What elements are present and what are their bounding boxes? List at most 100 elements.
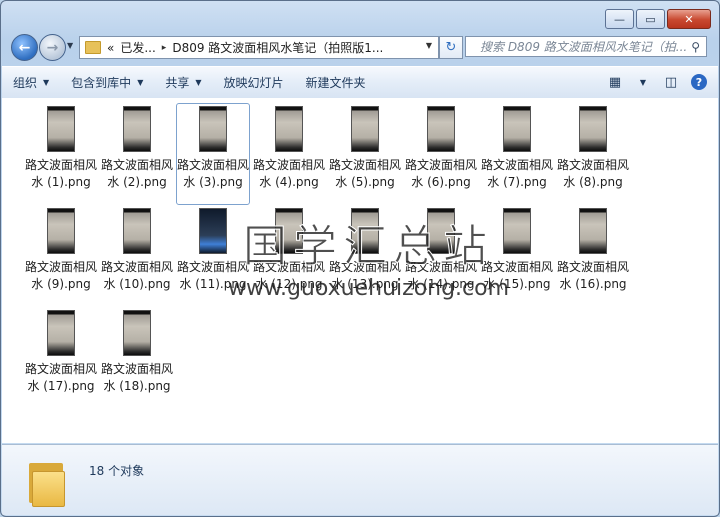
close-button[interactable]: ✕ [667, 9, 711, 29]
include-in-library-button[interactable]: 包含到库中 ▼ [60, 67, 154, 98]
view-grid-icon: ▦ [608, 74, 622, 90]
image-thumbnail [123, 208, 151, 254]
image-thumbnail [427, 106, 455, 152]
file-name: 路文波面相风水 (6).png [404, 158, 477, 189]
image-thumbnail [47, 310, 75, 356]
preview-pane-button[interactable]: ◫ [660, 71, 682, 93]
view-options-dropdown[interactable]: ▼ [632, 71, 654, 93]
file-item[interactable]: 路文波面相风水 (14).png [404, 205, 478, 307]
folder-icon [85, 41, 101, 54]
image-thumbnail [503, 106, 531, 152]
forward-button[interactable]: → [39, 34, 66, 61]
recent-pages-dropdown[interactable]: ▼ [67, 41, 73, 50]
view-controls: ▦ ▼ ◫ ? [598, 71, 710, 93]
arrow-right-icon: → [46, 39, 59, 56]
help-button[interactable]: ? [688, 71, 710, 93]
refresh-button[interactable]: ↻ [439, 36, 463, 59]
file-item[interactable]: 路文波面相风水 (8).png [556, 103, 630, 205]
file-name: 路文波面相风水 (4).png [252, 158, 325, 189]
file-item[interactable]: 路文波面相风水 (5).png [328, 103, 402, 205]
file-item[interactable]: 路文波面相风水 (18).png [100, 307, 174, 409]
details-pane: 18 个对象 [2, 444, 718, 515]
file-item[interactable]: 路文波面相风水 (16).png [556, 205, 630, 307]
file-name: 路文波面相风水 (12).png [252, 260, 325, 291]
file-name: 路文波面相风水 (13).png [328, 260, 401, 291]
file-list-pane[interactable]: 路文波面相风水 (1).png 路文波面相风水 (2).png 路文波面相风水 (3… [2, 98, 718, 443]
search-input[interactable]: 搜索 D809 路文波面相风水笔记（拍... ⚲ [465, 36, 707, 57]
file-name: 路文波面相风水 (8).png [556, 158, 629, 189]
image-thumbnail [351, 106, 379, 152]
file-name: 路文波面相风水 (5).png [328, 158, 401, 189]
chevron-down-icon: ▼ [639, 77, 647, 87]
organize-label: 组织 [13, 76, 38, 90]
explorer-window: — ▭ ✕ ← → ▼ « 已发... ▸ D809 路文波面相风水笔记（拍照版… [0, 0, 720, 517]
file-item[interactable]: 路文波面相风水 (2).png [100, 103, 174, 205]
share-label: 共享 [165, 76, 190, 90]
file-item[interactable]: 路文波面相风水 (17).png [24, 307, 98, 409]
new-folder-button[interactable]: 新建文件夹 [295, 67, 377, 98]
arrow-left-icon: ← [18, 39, 31, 56]
file-name: 路文波面相风水 (11).png [176, 260, 249, 291]
file-item[interactable]: 路文波面相风水 (12).png [252, 205, 326, 307]
image-thumbnail [579, 106, 607, 152]
file-item[interactable]: 路文波面相风水 (9).png [24, 205, 98, 307]
search-placeholder: 搜索 D809 路文波面相风水笔记（拍... [480, 40, 688, 54]
file-item[interactable]: 路文波面相风水 (7).png [480, 103, 554, 205]
file-item[interactable]: 路文波面相风水 (15).png [480, 205, 554, 307]
image-thumbnail [123, 106, 151, 152]
file-name: 路文波面相风水 (15).png [480, 260, 553, 291]
image-thumbnail [427, 208, 455, 254]
chevron-down-icon: ▼ [195, 78, 202, 87]
organize-button[interactable]: 组织 ▼ [2, 67, 60, 98]
file-name: 路文波面相风水 (10).png [100, 260, 173, 291]
help-icon: ? [691, 74, 707, 90]
file-item[interactable]: 路文波面相风水 (13).png [328, 205, 402, 307]
share-button[interactable]: 共享 ▼ [154, 67, 212, 98]
image-thumbnail [503, 208, 531, 254]
change-view-button[interactable]: ▦ [604, 71, 626, 93]
file-item[interactable]: 路文波面相风水 (6).png [404, 103, 478, 205]
file-item[interactable]: 路文波面相风水 (10).png [100, 205, 174, 307]
image-thumbnail [123, 310, 151, 356]
new-folder-label: 新建文件夹 [305, 76, 366, 90]
file-name: 路文波面相风水 (2).png [100, 158, 173, 189]
file-name: 路文波面相风水 (17).png [24, 362, 97, 393]
image-thumbnail [199, 208, 227, 254]
breadcrumb-current[interactable]: D809 路文波面相风水笔记（拍照版1... [172, 39, 383, 56]
address-bar[interactable]: « 已发... ▸ D809 路文波面相风水笔记（拍照版1... ▼ [79, 36, 439, 59]
slideshow-label: 放映幻灯片 [223, 76, 284, 90]
breadcrumb-parent[interactable]: 已发... [120, 39, 155, 56]
navigation-bar: ← → ▼ « 已发... ▸ D809 路文波面相风水笔记（拍照版1... ▼… [1, 34, 719, 62]
slideshow-button[interactable]: 放映幻灯片 [213, 67, 295, 98]
image-thumbnail [47, 106, 75, 152]
file-name: 路文波面相风水 (1).png [24, 158, 97, 189]
file-item[interactable]: 路文波面相风水 (4).png [252, 103, 326, 205]
image-thumbnail [275, 106, 303, 152]
image-thumbnail [579, 208, 607, 254]
folder-icon [29, 461, 65, 507]
breadcrumb-overflow[interactable]: « [107, 41, 114, 55]
preview-pane-icon: ◫ [664, 74, 678, 90]
file-name: 路文波面相风水 (7).png [480, 158, 553, 189]
minimize-button[interactable]: — [605, 9, 634, 29]
image-thumbnail [199, 106, 227, 152]
command-bar: 组织 ▼ 包含到库中 ▼ 共享 ▼ 放映幻灯片 新建文件夹 ▦ ▼ ◫ ? [2, 66, 718, 99]
file-name: 路文波面相风水 (16).png [556, 260, 629, 291]
file-item[interactable]: 路文波面相风水 (11).png [176, 205, 250, 307]
file-grid: 路文波面相风水 (1).png 路文波面相风水 (2).png 路文波面相风水 (3… [24, 103, 704, 409]
maximize-button[interactable]: ▭ [636, 9, 665, 29]
magnifier-icon[interactable]: ⚲ [691, 37, 700, 56]
object-count: 18 个对象 [89, 464, 145, 478]
file-item[interactable]: 路文波面相风水 (1).png [24, 103, 98, 205]
image-thumbnail [47, 208, 75, 254]
breadcrumb-separator[interactable]: ▸ [162, 43, 167, 53]
include-in-library-label: 包含到库中 [71, 76, 132, 90]
file-item[interactable]: 路文波面相风水 (3).png [176, 103, 250, 205]
address-dropdown-icon[interactable]: ▼ [426, 41, 432, 50]
file-name: 路文波面相风水 (18).png [100, 362, 173, 393]
image-thumbnail [351, 208, 379, 254]
chevron-down-icon: ▼ [43, 78, 50, 87]
back-button[interactable]: ← [11, 34, 38, 61]
refresh-icon: ↻ [445, 40, 457, 55]
file-name: 路文波面相风水 (14).png [404, 260, 477, 291]
